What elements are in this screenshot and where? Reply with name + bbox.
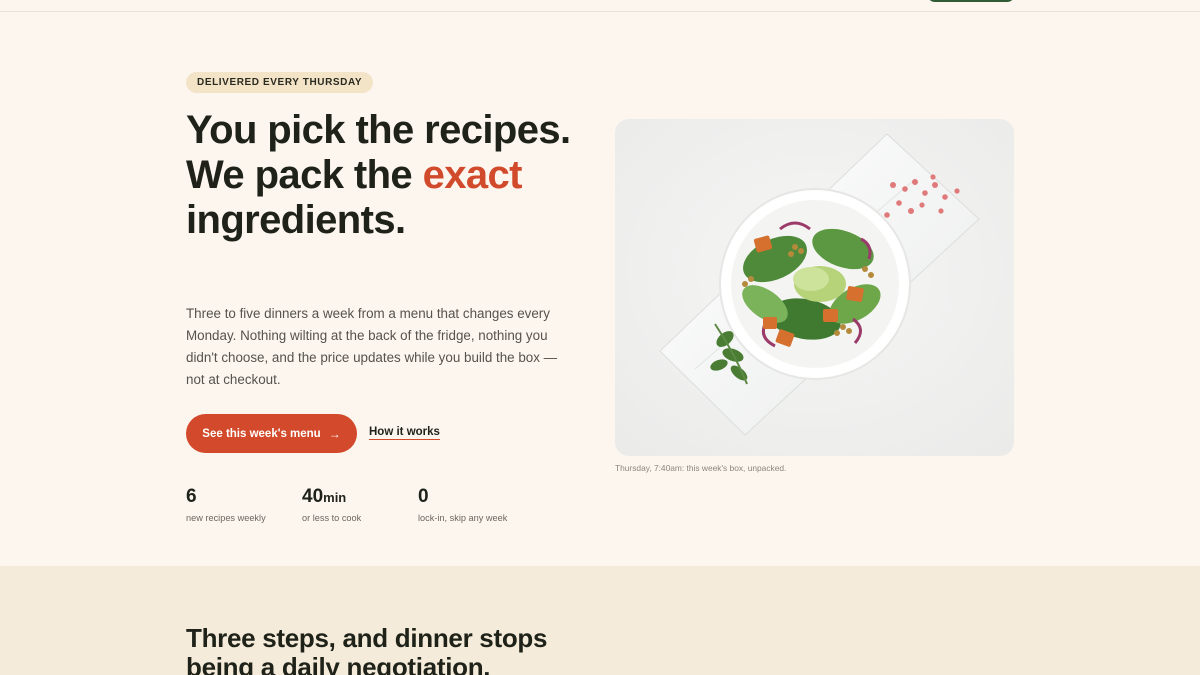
stat-value: 0 <box>418 486 429 507</box>
salad-bowl-illustration <box>615 119 1014 456</box>
hero-headline: You pick the recipes. We pack the exact … <box>186 108 606 243</box>
arrow-right-icon: → <box>328 426 341 441</box>
stat-cook-time: 40min or less to cook <box>302 486 361 523</box>
photo-caption: Thursday, 7:40am: this week's box, unpac… <box>615 463 787 473</box>
stat-label: or less to cook <box>302 513 362 523</box>
top-nav <box>0 0 1200 12</box>
stat-value: 40min <box>302 486 347 507</box>
headline-accent-word: exact <box>422 153 523 197</box>
section-title: Three steps, and dinner stops being a da… <box>186 623 548 675</box>
how-it-works-section: Three steps, and dinner stops being a da… <box>0 566 1200 675</box>
see-menu-button-label: See this week's menu <box>202 427 321 440</box>
how-it-works-link[interactable]: How it works <box>369 426 440 440</box>
stat-label: new recipes weekly <box>186 513 266 523</box>
stat-lock-in: 0 lock-in, skip any week <box>418 486 507 523</box>
headline-line-2-suffix: ingredients. <box>186 198 406 242</box>
see-menu-button[interactable]: See this week's menu → <box>186 414 357 453</box>
stat-recipes: 6 new recipes weekly <box>186 486 266 523</box>
stat-label: lock-in, skip any week <box>418 513 508 523</box>
salad-photo <box>615 119 1014 456</box>
stat-value: 6 <box>186 486 197 507</box>
nav-cta-button[interactable] <box>927 0 1015 2</box>
delivery-eyebrow-badge: DELIVERED EVERY THURSDAY <box>186 72 374 93</box>
hero-lede: Three to five dinners a week from a menu… <box>186 306 558 387</box>
headline-line-2-prefix: We pack the <box>186 153 423 197</box>
headline-line-1: You pick the recipes. <box>186 108 571 152</box>
hero-section: DELIVERED EVERY THURSDAY You pick the re… <box>0 12 1200 566</box>
